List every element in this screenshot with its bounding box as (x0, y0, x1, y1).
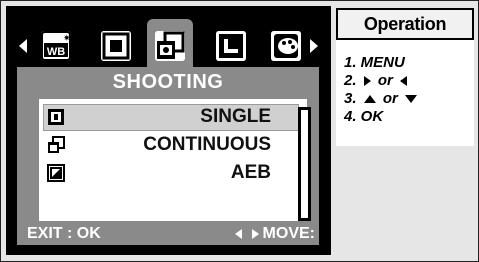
step-3-number: 3. (344, 90, 357, 107)
menu-tab-bar: WB ✷ (7, 7, 330, 71)
sharpness-icon[interactable] (216, 31, 246, 61)
operation-steps-list: 1. MENU 2. or 3. or 4. OK (336, 40, 474, 146)
option-aeb[interactable]: AEB (39, 160, 289, 186)
step-1: 1. MENU (344, 54, 405, 71)
continuous-shot-icon (47, 136, 65, 154)
aeb-icon (47, 164, 65, 182)
move-hint: MOVE: (262, 225, 315, 242)
step-3-or: or (382, 90, 398, 107)
shooting-mode-icon[interactable] (155, 31, 185, 61)
wb-label: WB (47, 46, 65, 58)
step-3: 3. or (344, 90, 420, 107)
tab-right-arrow-icon[interactable] (310, 39, 318, 53)
step-4: 4. OK (344, 108, 384, 125)
operation-steps-panel: Operation Steps 1. MENU 2. or 3. or 4. O… (336, 8, 474, 252)
white-balance-icon[interactable]: WB ✷ (41, 31, 71, 61)
panel-title: SHOOTING (112, 71, 224, 93)
option-single[interactable]: SINGLE (39, 104, 299, 131)
tab-left-arrow-icon[interactable] (19, 39, 27, 53)
scrollbar[interactable] (298, 107, 311, 221)
camera-lcd-screen: WB ✷ SHOOTING SINGLE CONTINUOUS AEB EXIT… (6, 6, 331, 255)
left-right-arrows-icon (235, 229, 259, 239)
down-arrow-icon (405, 95, 418, 104)
color-effect-icon[interactable] (271, 31, 301, 61)
up-arrow-icon (363, 95, 376, 104)
metering-icon[interactable] (101, 31, 131, 61)
menu-footer: EXIT : OK MOVE: (17, 221, 319, 245)
option-continuous[interactable]: CONTINUOUS (39, 132, 289, 158)
single-shot-icon (47, 108, 65, 126)
left-arrow-icon (400, 76, 408, 87)
option-label: SINGLE (200, 106, 271, 127)
option-list: SINGLE CONTINUOUS AEB (39, 99, 311, 221)
svg-text:✷: ✷ (63, 33, 71, 43)
right-arrow-icon (363, 76, 371, 87)
operation-steps-title: Operation Steps (336, 8, 474, 62)
step-2-number: 2. (344, 72, 357, 89)
exit-hint: EXIT : OK (27, 225, 101, 242)
step-2-or: or (377, 72, 393, 89)
step-2: 2. or (344, 72, 410, 89)
shooting-menu-panel: SHOOTING SINGLE CONTINUOUS AEB EXIT: OK… (17, 67, 319, 245)
option-label: CONTINUOUS (143, 134, 271, 155)
option-label: AEB (230, 162, 271, 183)
